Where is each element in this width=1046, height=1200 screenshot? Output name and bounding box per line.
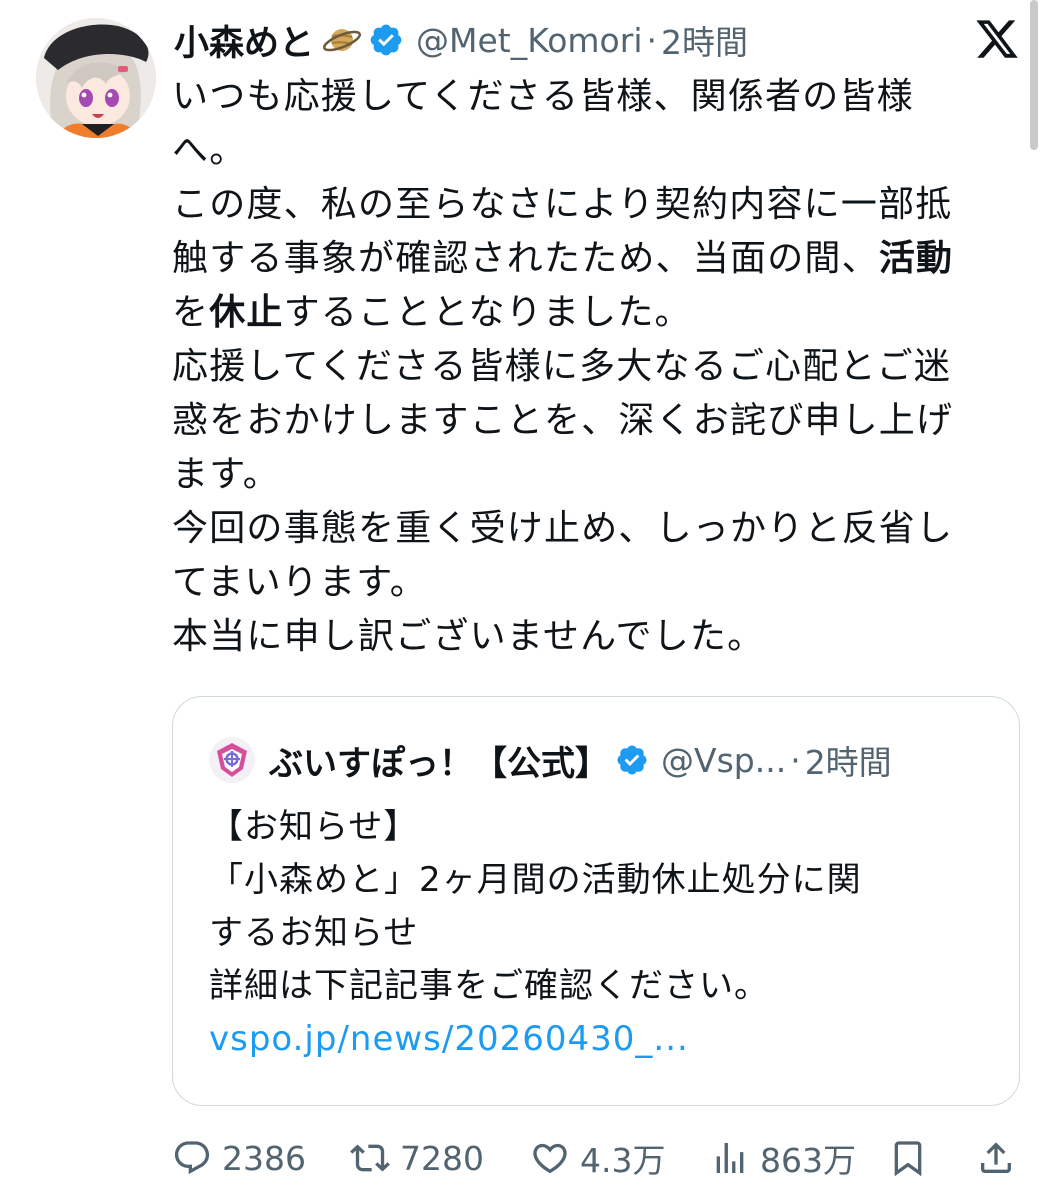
body-text-segment: 触する事象が確認されたため、当面の間、 bbox=[172, 238, 879, 279]
repost-count: 7280 bbox=[400, 1138, 484, 1178]
post-body-line: を休止することとなりました。 bbox=[172, 286, 1018, 340]
quoted-body-line: 【お知らせ】 bbox=[209, 807, 419, 847]
post-body-line: 今回の事態を重く受け止め、しっかりと反省し bbox=[172, 502, 1018, 556]
author-handle[interactable]: @Met_Komori bbox=[416, 21, 642, 60]
repost-button[interactable]: 7280 bbox=[350, 1138, 484, 1178]
post-header: 小森めと @Met_Komori · 2時間 bbox=[174, 14, 748, 66]
verified-badge-icon bbox=[368, 22, 404, 58]
quoted-post-time[interactable]: 2時間 bbox=[805, 736, 892, 784]
quoted-author-avatar[interactable] bbox=[209, 737, 255, 783]
body-text-segment: 惑をおかけしますことを、深くお詫び申し上げ bbox=[172, 400, 954, 441]
x-logo-icon[interactable] bbox=[974, 16, 1020, 62]
body-text-segment: を bbox=[172, 292, 210, 333]
author-avatar[interactable] bbox=[36, 18, 156, 138]
post-body-line: 惑をおかけしますことを、深くお詫び申し上げ bbox=[172, 394, 1018, 448]
quoted-author-display-name[interactable]: ぶいすぽっ！【公式】 bbox=[269, 736, 609, 785]
post-body-line: へ。 bbox=[172, 124, 1018, 178]
post-body-line: 応援してくださる皆様に多大なるご心配とご迷 bbox=[172, 340, 1018, 394]
quoted-post-body: 【お知らせ】 「小森めと」2ヶ月間の活動休止処分に関 するお知らせ 詳細は下記記… bbox=[209, 801, 999, 1066]
body-text-segment: へ。 bbox=[172, 130, 247, 171]
post: 小森めと @Met_Komori · 2時間 いつも応援してくださる皆様、関係者… bbox=[0, 0, 1046, 1200]
quoted-verified-badge-icon bbox=[615, 743, 649, 777]
body-text-segment: てまいります。 bbox=[172, 562, 428, 603]
post-body-line: 本当に申し訳ございませんでした。 bbox=[172, 610, 1018, 664]
body-text-segment: いつも応援してくださる皆様、関係者の皆様 bbox=[172, 76, 914, 117]
body-text-segment: この度、私の至らなさにより契約内容に一部抵 bbox=[172, 184, 953, 225]
bookmark-icon bbox=[894, 1141, 922, 1177]
ringed-planet-icon bbox=[322, 20, 362, 60]
quoted-author-handle[interactable]: @Vsp... bbox=[661, 741, 786, 780]
body-text-segment: ます。 bbox=[172, 454, 281, 495]
post-body-line: いつも応援してくださる皆様、関係者の皆様 bbox=[172, 70, 1018, 124]
body-text-segment: することとなりました。 bbox=[283, 292, 692, 333]
share-button[interactable] bbox=[976, 1138, 1016, 1178]
emphasized-text: 休止 bbox=[209, 292, 284, 333]
body-text-segment: 応援してくださる皆様に多大なるご心配とご迷 bbox=[172, 346, 952, 387]
reply-button[interactable]: 2386 bbox=[172, 1138, 306, 1178]
post-body-text: いつも応援してくださる皆様、関係者の皆様 へ。この度、私の至らなさにより契約内容に… bbox=[172, 70, 1018, 664]
body-text-segment: 本当に申し訳ございませんでした。 bbox=[172, 616, 765, 657]
quoted-body-line: 「小森めと」2ヶ月間の活動休止処分に関 bbox=[209, 860, 862, 900]
like-count: 4.3万 bbox=[580, 1141, 666, 1180]
heart-icon bbox=[533, 1143, 567, 1174]
repost-icon bbox=[350, 1144, 390, 1172]
quoted-header-separator: · bbox=[790, 740, 801, 780]
scrollbar[interactable] bbox=[1030, 0, 1038, 150]
body-text-segment: 今回の事態を重く受け止め、しっかりと反省し bbox=[172, 508, 954, 549]
reply-count: 2386 bbox=[222, 1138, 306, 1178]
reply-icon bbox=[174, 1141, 210, 1175]
views-button[interactable]: 863万 bbox=[710, 1134, 856, 1182]
quoted-news-link[interactable]: vspo.jp/news/20260430_... bbox=[209, 1013, 999, 1066]
view-count: 863万 bbox=[760, 1141, 856, 1180]
post-body-line: 触する事象が確認されたため、当面の間、活動 bbox=[172, 232, 1018, 286]
author-display-name[interactable]: 小森めと bbox=[174, 15, 314, 66]
like-button[interactable]: 4.3万 bbox=[530, 1134, 665, 1182]
quoted-post-header: ぶいすぽっ！【公式】 @Vsp... · 2時間 bbox=[209, 735, 892, 785]
quoted-body-line: 詳細は下記記事をご確認ください。 bbox=[209, 966, 769, 1006]
views-icon bbox=[716, 1143, 744, 1173]
share-icon bbox=[981, 1142, 1011, 1173]
quoted-post-card[interactable]: ぶいすぽっ！【公式】 @Vsp... · 2時間 【お知らせ】 「小森めと」2ヶ… bbox=[172, 696, 1020, 1106]
post-body-line: この度、私の至らなさにより契約内容に一部抵 bbox=[172, 178, 1018, 232]
quoted-body-line: するお知らせ bbox=[209, 913, 419, 953]
emphasized-text: 活動 bbox=[878, 238, 954, 279]
action-bar: 2386 7280 4.3万 863万 bbox=[172, 1130, 1032, 1186]
post-time[interactable]: 2時間 bbox=[661, 16, 748, 64]
header-separator: · bbox=[646, 20, 658, 60]
bookmark-button[interactable] bbox=[888, 1138, 928, 1178]
post-body-line: ます。 bbox=[172, 448, 1018, 502]
post-body-line: てまいります。 bbox=[172, 556, 1018, 610]
